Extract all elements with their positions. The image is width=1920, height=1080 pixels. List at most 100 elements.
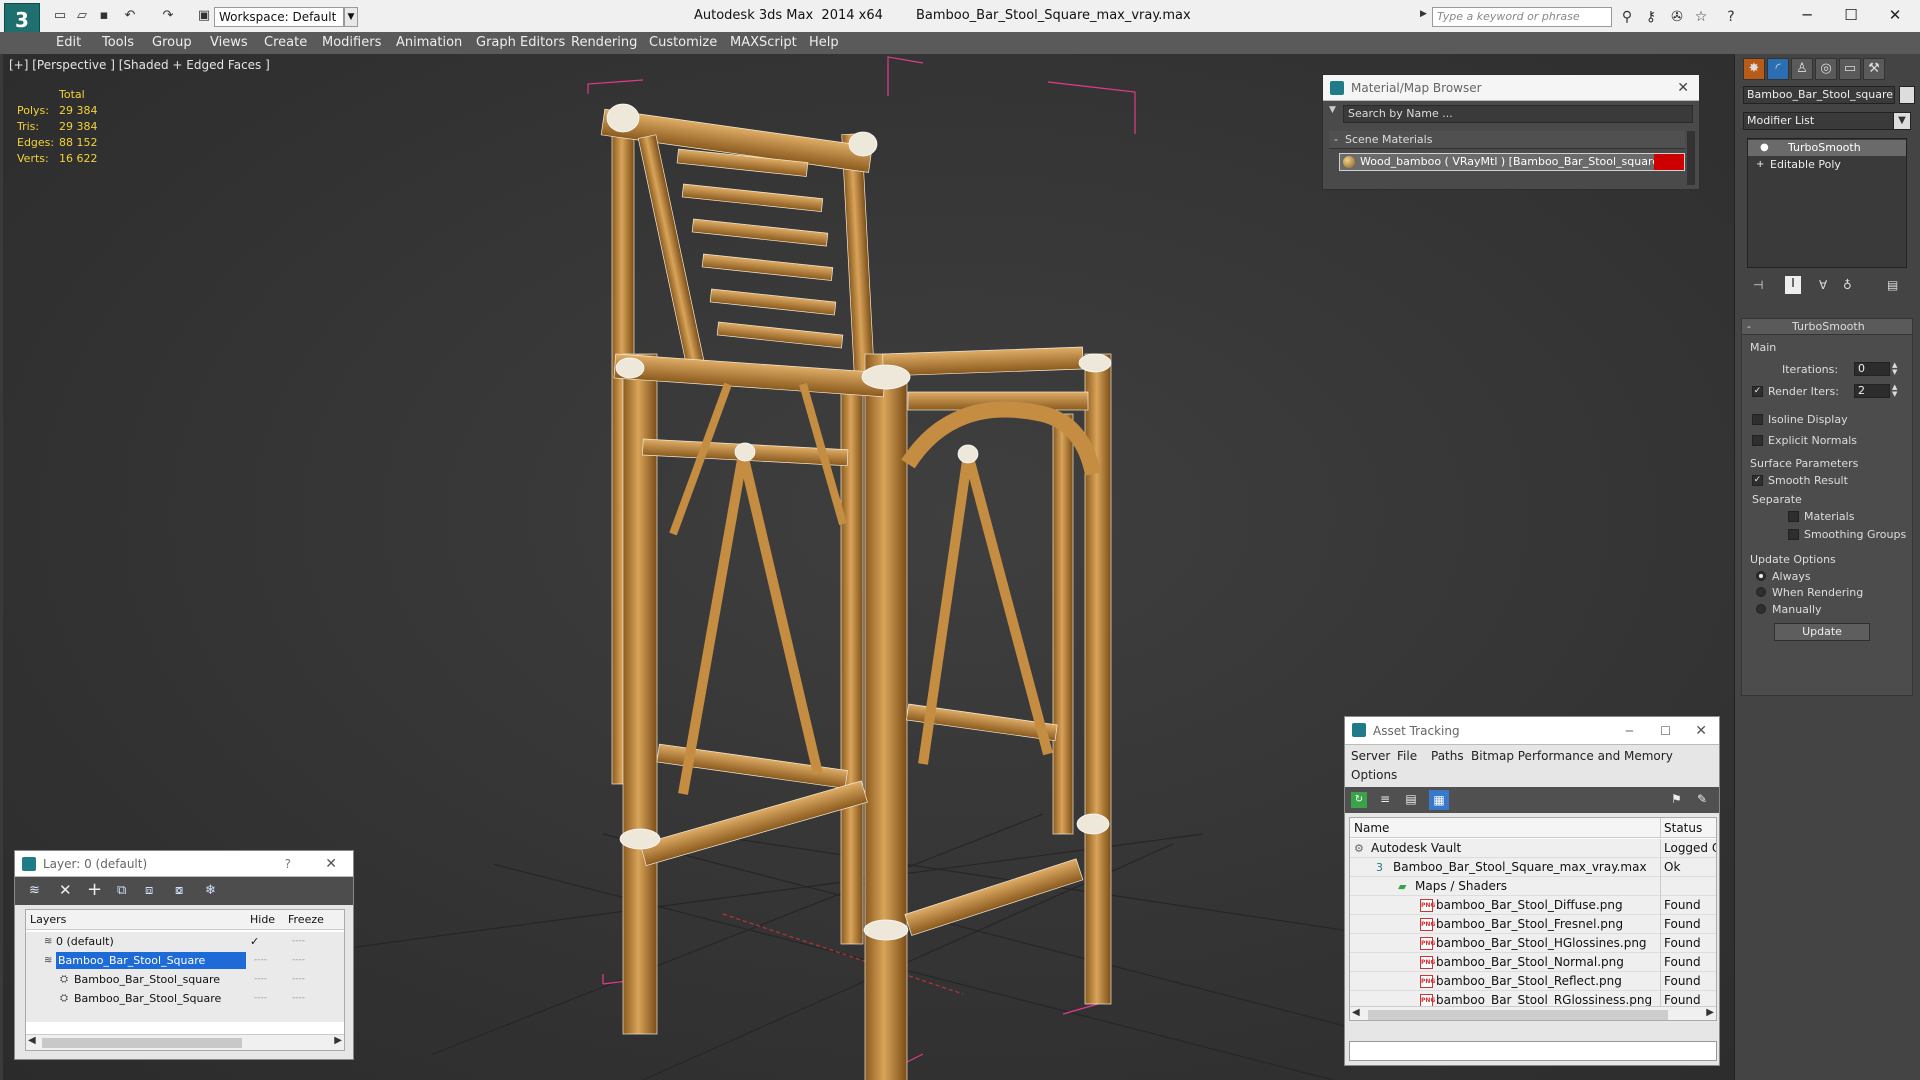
rollout-collapse-toggle[interactable]: -	[1747, 320, 1751, 333]
menu-modifiers[interactable]: Modifiers	[322, 35, 381, 50]
material-browser-titlebar[interactable]: Material/Map Browser ✕	[1323, 75, 1699, 101]
favorites-star-icon[interactable]: ☆	[1692, 8, 1710, 26]
help-icon[interactable]: ?	[1722, 8, 1740, 26]
lightbulb-icon[interactable]: ●	[1760, 140, 1769, 156]
help-button[interactable]: ?	[285, 851, 291, 877]
utilities-tab-icon[interactable]: ⚒	[1863, 58, 1885, 80]
layer-stack-icon[interactable]: ≋	[29, 883, 45, 899]
table-view-icon[interactable]: ▦	[1429, 790, 1449, 810]
freeze-all-icon[interactable]: ❄	[205, 883, 221, 899]
hide-toggle[interactable]: ----	[254, 989, 267, 1008]
list-view-icon[interactable]: ≡	[1377, 792, 1393, 808]
search-arrow-icon[interactable]: ▶	[1420, 9, 1430, 23]
menu-maxscript[interactable]: MAXScript	[730, 35, 797, 50]
column-freeze[interactable]: Freeze	[288, 913, 324, 926]
material-search-input[interactable]: Search by Name ...	[1343, 105, 1693, 123]
highlight-layer-icon[interactable]: ⧈	[145, 883, 161, 899]
column-layers[interactable]: Layers	[30, 913, 66, 926]
modifier-list-dropdown[interactable]: Modifier List	[1743, 112, 1907, 130]
asset-row[interactable]: PNGbamboo_Bar_Stool_Fresnel.png Found	[1350, 915, 1716, 934]
layer-row[interactable]: ≋ 0 (default) ---- ✓	[26, 932, 344, 951]
layer-row[interactable]: ⛭ Bamboo_Bar_Stool_Square ---- ----	[26, 989, 344, 1008]
asset-row[interactable]: PNGbamboo_Bar_Stool_Diffuse.png Found	[1350, 896, 1716, 915]
close-icon[interactable]: ✕	[1677, 75, 1689, 101]
explicit-normals-checkbox[interactable]	[1752, 435, 1763, 446]
expand-plus-icon[interactable]: +	[1756, 157, 1764, 173]
smooth-result-checkbox[interactable]: ✓	[1752, 475, 1763, 486]
stack-item-editable-poly[interactable]: + Editable Poly	[1748, 157, 1906, 173]
chevron-down-icon[interactable]: ▼	[344, 7, 358, 27]
asset-tracking-titlebar[interactable]: Asset Tracking ─ ☐ ✕	[1345, 717, 1719, 745]
hide-toggle[interactable]: ----	[254, 970, 267, 989]
smoothing-groups-checkbox[interactable]	[1788, 529, 1799, 540]
column-status[interactable]: Status	[1664, 821, 1702, 835]
menu-help[interactable]: Help	[809, 35, 839, 50]
isoline-display-checkbox[interactable]	[1752, 414, 1763, 425]
stack-item-turbosmooth[interactable]: ● TurboSmooth	[1748, 140, 1906, 156]
close-button[interactable]: ✕	[1878, 4, 1912, 26]
update-button[interactable]: Update	[1774, 623, 1870, 641]
viewport-label[interactable]: [+] [Perspective ] [Shaded + Edged Faces…	[9, 58, 270, 72]
menu-animation[interactable]: Animation	[396, 35, 462, 50]
browser-scrollbar[interactable]	[1687, 131, 1695, 185]
undo-icon[interactable]: ↶	[122, 8, 138, 24]
materials-checkbox[interactable]	[1788, 511, 1799, 522]
always-radio[interactable]	[1756, 571, 1766, 581]
show-end-result-icon[interactable]: Ⅰ	[1785, 276, 1801, 294]
scroll-right-icon[interactable]: ▶	[1706, 1007, 1714, 1018]
layer-row[interactable]: ⛭ Bamboo_Bar_Stool_square ---- ----	[26, 970, 344, 989]
communication-icon[interactable]: ✇	[1668, 8, 1686, 26]
asset-row[interactable]: PNGbamboo_Bar_Stool_HGlossines.png Found	[1350, 934, 1716, 953]
select-objects-icon[interactable]: ⧉	[117, 883, 133, 899]
scroll-left-icon[interactable]: ◀	[1352, 1007, 1360, 1018]
save-icon[interactable]: ▪	[96, 8, 112, 24]
menu-group[interactable]: Group	[152, 35, 192, 50]
make-unique-icon[interactable]: ∀	[1819, 278, 1827, 292]
column-name[interactable]: Name	[1354, 821, 1389, 835]
menu-views[interactable]: Views	[210, 35, 248, 50]
active-layer-check[interactable]: ✓	[250, 932, 259, 951]
freeze-toggle[interactable]: ----	[292, 951, 305, 970]
remove-modifier-icon[interactable]: ♁	[1843, 278, 1852, 292]
hide-toggle[interactable]: ----	[254, 951, 267, 970]
redo-icon[interactable]: ↷	[160, 8, 176, 24]
iterations-spinner[interactable]: 0	[1854, 362, 1890, 376]
asset-menu-file[interactable]: File	[1397, 749, 1417, 763]
maximize-button[interactable]: ☐	[1834, 4, 1868, 26]
pin-stack-icon[interactable]: ⊣	[1753, 278, 1763, 292]
binoculars-icon[interactable]: ⚲	[1618, 8, 1636, 26]
asset-menu-options[interactable]: Options	[1351, 768, 1397, 782]
scroll-thumb[interactable]	[1368, 1010, 1668, 1020]
column-hide[interactable]: Hide	[250, 913, 275, 926]
refresh-icon[interactable]: ↻	[1351, 792, 1367, 808]
scene-materials-group[interactable]: - Scene Materials	[1329, 131, 1685, 149]
asset-row[interactable]: PNGbamboo_Bar_Stool_Reflect.png Found	[1350, 972, 1716, 991]
open-file-icon[interactable]: ▱	[74, 8, 90, 24]
hide-all-icon[interactable]: ⧇	[175, 883, 191, 899]
asset-row[interactable]: PNGbamboo_Bar_Stool_Normal.png Found	[1350, 953, 1716, 972]
project-folder-icon[interactable]: ▣	[196, 8, 212, 24]
freeze-toggle[interactable]: ----	[292, 932, 305, 951]
asset-row[interactable]: ⚙ Autodesk Vault Logged O	[1350, 839, 1716, 858]
delete-layer-icon[interactable]: ✕	[59, 881, 75, 899]
render-iters-checkbox[interactable]: ✓	[1752, 386, 1763, 397]
configure-sets-icon[interactable]: ▤	[1887, 278, 1898, 292]
scroll-right-icon[interactable]: ▶	[334, 1035, 342, 1046]
scroll-thumb[interactable]	[42, 1038, 242, 1048]
subscription-icon[interactable]: ⚷	[1642, 8, 1660, 26]
maximize-button[interactable]: ☐	[1660, 717, 1671, 745]
asset-menu-bitmap[interactable]: Bitmap Performance and Memory	[1471, 749, 1673, 763]
display-tab-icon[interactable]: ▭	[1839, 58, 1861, 80]
asset-row[interactable]: ▰ Maps / Shaders	[1350, 877, 1716, 896]
search-input[interactable]: Type a keyword or phrase	[1432, 7, 1612, 27]
minimize-button[interactable]: ─	[1790, 4, 1824, 26]
settings-icon[interactable]: ✎	[1697, 792, 1713, 808]
chevron-down-icon[interactable]: ▼	[1893, 112, 1911, 130]
layer-row[interactable]: ≋ Bamboo_Bar_Stool_Square ---- ----	[26, 951, 344, 970]
spinner-arrows-icon[interactable]: ▲ ▼	[1892, 384, 1900, 398]
asset-menu-server[interactable]: Server	[1351, 749, 1390, 763]
help-vault-icon[interactable]: ⚑	[1671, 792, 1687, 808]
modify-tab-icon[interactable]: ◜	[1767, 58, 1789, 80]
when-rendering-radio[interactable]	[1756, 587, 1766, 597]
detail-view-icon[interactable]: ▤	[1403, 792, 1419, 808]
